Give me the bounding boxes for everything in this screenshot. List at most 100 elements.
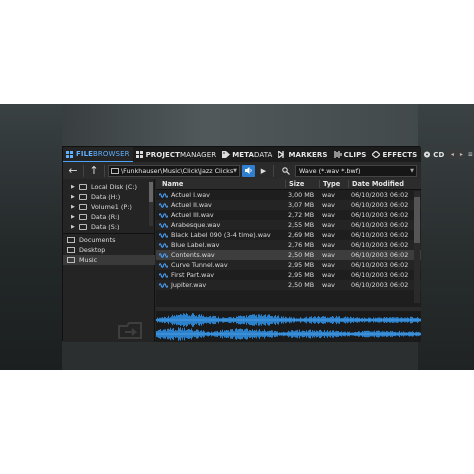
tab-label-suffix: DATA xyxy=(254,150,273,159)
file-size: 3,00 MB xyxy=(288,191,315,199)
wave-file-icon xyxy=(158,272,169,279)
speaker-icon[interactable] xyxy=(242,164,255,177)
file-size: 2,95 MB xyxy=(288,261,315,269)
search-icon[interactable] xyxy=(279,165,292,177)
column-header-name[interactable]: Name xyxy=(156,180,285,188)
wave-file-icon xyxy=(158,202,169,209)
column-header-type[interactable]: Type xyxy=(319,180,348,188)
expand-icon[interactable]: ▶ xyxy=(71,184,79,190)
drive-item[interactable]: ▶ Local Disk (C:) xyxy=(63,182,155,192)
tab-project-manager[interactable]: PROJECT MANAGER xyxy=(133,147,220,162)
tab-effects[interactable]: EFFECTS xyxy=(369,147,420,162)
drive-item[interactable]: ▶ Data (R:) xyxy=(63,212,155,222)
path-text: \Funkhauser\Music\Click\Jazz Clicks xyxy=(121,166,234,175)
table-row[interactable]: Black Label 090 (3-4 time).wav 2,69 MB wav… xyxy=(156,230,421,240)
chevron-down-icon[interactable]: ▼ xyxy=(410,166,414,176)
tab-metadata[interactable]: META DATA xyxy=(219,147,275,162)
tab-bar: FILE BROWSER PROJECT MANAGER META DATA MARK… xyxy=(63,147,473,162)
tab-label: META xyxy=(232,150,254,159)
tab-scroll-controls: ◂ ▸ ≡ xyxy=(448,147,474,162)
tab-file-browser[interactable]: FILE BROWSER xyxy=(63,147,133,162)
tab-cd[interactable]: CD xyxy=(420,147,447,162)
tab-scroll-right-icon[interactable]: ▸ xyxy=(457,150,466,159)
file-type: wav xyxy=(322,211,335,219)
table-row[interactable]: Contents.wav 2,50 MB wav 06/10/2003 06:02 xyxy=(156,250,421,260)
file-size: 2,95 MB xyxy=(288,271,315,279)
place-item-desktop[interactable]: Desktop xyxy=(63,245,155,255)
folder-tree-panel: ▶ Local Disk (C:) ▶ Data (H:) ▶ Volume1 (P:… xyxy=(63,179,155,342)
tab-label: MARKERS xyxy=(288,150,328,159)
table-row[interactable]: Curve Tunnel.wav 2,95 MB wav 06/10/2003 06:… xyxy=(156,260,421,270)
drive-icon xyxy=(79,204,87,210)
file-name-cell: First Part.wav xyxy=(156,271,285,279)
file-list-header: Name Size Type Date Modified xyxy=(156,179,421,190)
path-field[interactable]: \Funkhauser\Music\Click\Jazz Clicks ▼ xyxy=(108,164,240,177)
screenshot-frame: FILE BROWSER PROJECT MANAGER META DATA MARK… xyxy=(0,104,474,370)
clips-icon xyxy=(333,151,342,158)
column-header-date[interactable]: Date Modified xyxy=(348,180,413,188)
table-row[interactable]: Actuel II.wav 3,07 MB wav 06/10/2003 06:02 xyxy=(156,200,421,210)
filter-text: Wave (*.wav *.bwf) xyxy=(299,166,361,175)
file-date: 06/10/2003 06:02 xyxy=(351,191,409,199)
waveform-preview[interactable] xyxy=(156,311,421,342)
tag-icon xyxy=(222,151,231,158)
effects-icon xyxy=(372,151,381,158)
drive-scrollbar[interactable] xyxy=(149,182,153,226)
toolbar-divider xyxy=(273,164,274,177)
tab-menu-icon[interactable]: ≡ xyxy=(466,150,474,159)
table-row[interactable]: Arabesque.wav 2,55 MB wav 06/10/2003 06:02 xyxy=(156,220,421,230)
chevron-down-icon[interactable]: ▼ xyxy=(233,166,237,176)
tab-label: PROJECT xyxy=(145,150,181,159)
file-date: 06/10/2003 06:02 xyxy=(351,271,409,279)
drive-label: Data (S:) xyxy=(91,223,120,231)
drive-item[interactable]: ▶ Data (H:) xyxy=(63,192,155,202)
table-row[interactable]: First Part.wav 2,95 MB wav 06/10/2003 06:02 xyxy=(156,270,421,280)
file-name-cell: Arabesque.wav xyxy=(156,221,285,229)
table-row[interactable]: Actuel III.wav 2,72 MB wav 06/10/2003 06:02 xyxy=(156,210,421,220)
background-right xyxy=(418,104,474,370)
place-label: Desktop xyxy=(79,246,106,254)
tab-markers[interactable]: MARKERS xyxy=(275,147,330,162)
tab-clips[interactable]: CLIPS xyxy=(331,147,370,162)
expand-icon[interactable]: ▶ xyxy=(71,224,79,230)
scrollbar-thumb[interactable] xyxy=(414,197,420,243)
marker-icon xyxy=(278,151,285,158)
up-arrow-icon[interactable]: ↑ xyxy=(87,164,101,177)
drive-item[interactable]: ▶ Data (S:) xyxy=(63,222,155,232)
drive-label: Data (R:) xyxy=(91,213,120,221)
file-type: wav xyxy=(322,271,335,279)
place-item-music[interactable]: Music xyxy=(63,255,155,265)
tab-label: CLIPS xyxy=(343,150,367,159)
file-size: 3,07 MB xyxy=(288,201,315,209)
drive-list: ▶ Local Disk (C:) ▶ Data (H:) ▶ Volume1 (P:… xyxy=(63,179,155,232)
table-row[interactable]: Jupiter.wav 2,50 MB wav 06/10/2003 06:02 xyxy=(156,280,421,290)
column-header-size[interactable]: Size xyxy=(285,180,319,188)
waveform-graphic xyxy=(156,313,421,341)
tab-scroll-left-icon[interactable]: ◂ xyxy=(448,150,457,159)
wave-file-icon xyxy=(158,212,169,219)
expand-icon[interactable]: ▶ xyxy=(71,214,79,220)
drive-label: Local Disk (C:) xyxy=(91,183,137,191)
back-arrow-icon[interactable]: ← xyxy=(66,164,80,177)
expand-icon[interactable]: ▶ xyxy=(71,194,79,200)
grid-icon xyxy=(135,151,143,158)
file-name-cell: Contents.wav xyxy=(156,251,285,259)
play-icon[interactable]: ▶ xyxy=(257,165,270,177)
scrollbar-thumb[interactable] xyxy=(149,182,153,202)
tab-label-suffix: MANAGER xyxy=(180,150,217,159)
folder-icon xyxy=(67,257,75,263)
file-type: wav xyxy=(322,191,335,199)
place-item-documents[interactable]: Documents xyxy=(63,235,155,245)
drive-icon xyxy=(79,194,87,200)
folder-icon xyxy=(67,247,75,253)
expand-icon[interactable]: ▶ xyxy=(71,204,79,210)
tab-label-suffix: BROWSER xyxy=(93,150,130,158)
table-row[interactable]: Blue Label.wav 2,76 MB wav 06/10/2003 06:02 xyxy=(156,240,421,250)
file-type-filter[interactable]: Wave (*.wav *.bwf) ▼ xyxy=(295,164,417,177)
file-type: wav xyxy=(322,281,335,289)
file-browser-window: FILE BROWSER PROJECT MANAGER META DATA MARK… xyxy=(62,146,473,342)
file-list-scrollbar[interactable] xyxy=(414,191,420,303)
file-name-cell: Curve Tunnel.wav xyxy=(156,261,285,269)
table-row[interactable]: Actuel I.wav 3,00 MB wav 06/10/2003 06:02 xyxy=(156,190,421,200)
drive-item[interactable]: ▶ Volume1 (P:) xyxy=(63,202,155,212)
